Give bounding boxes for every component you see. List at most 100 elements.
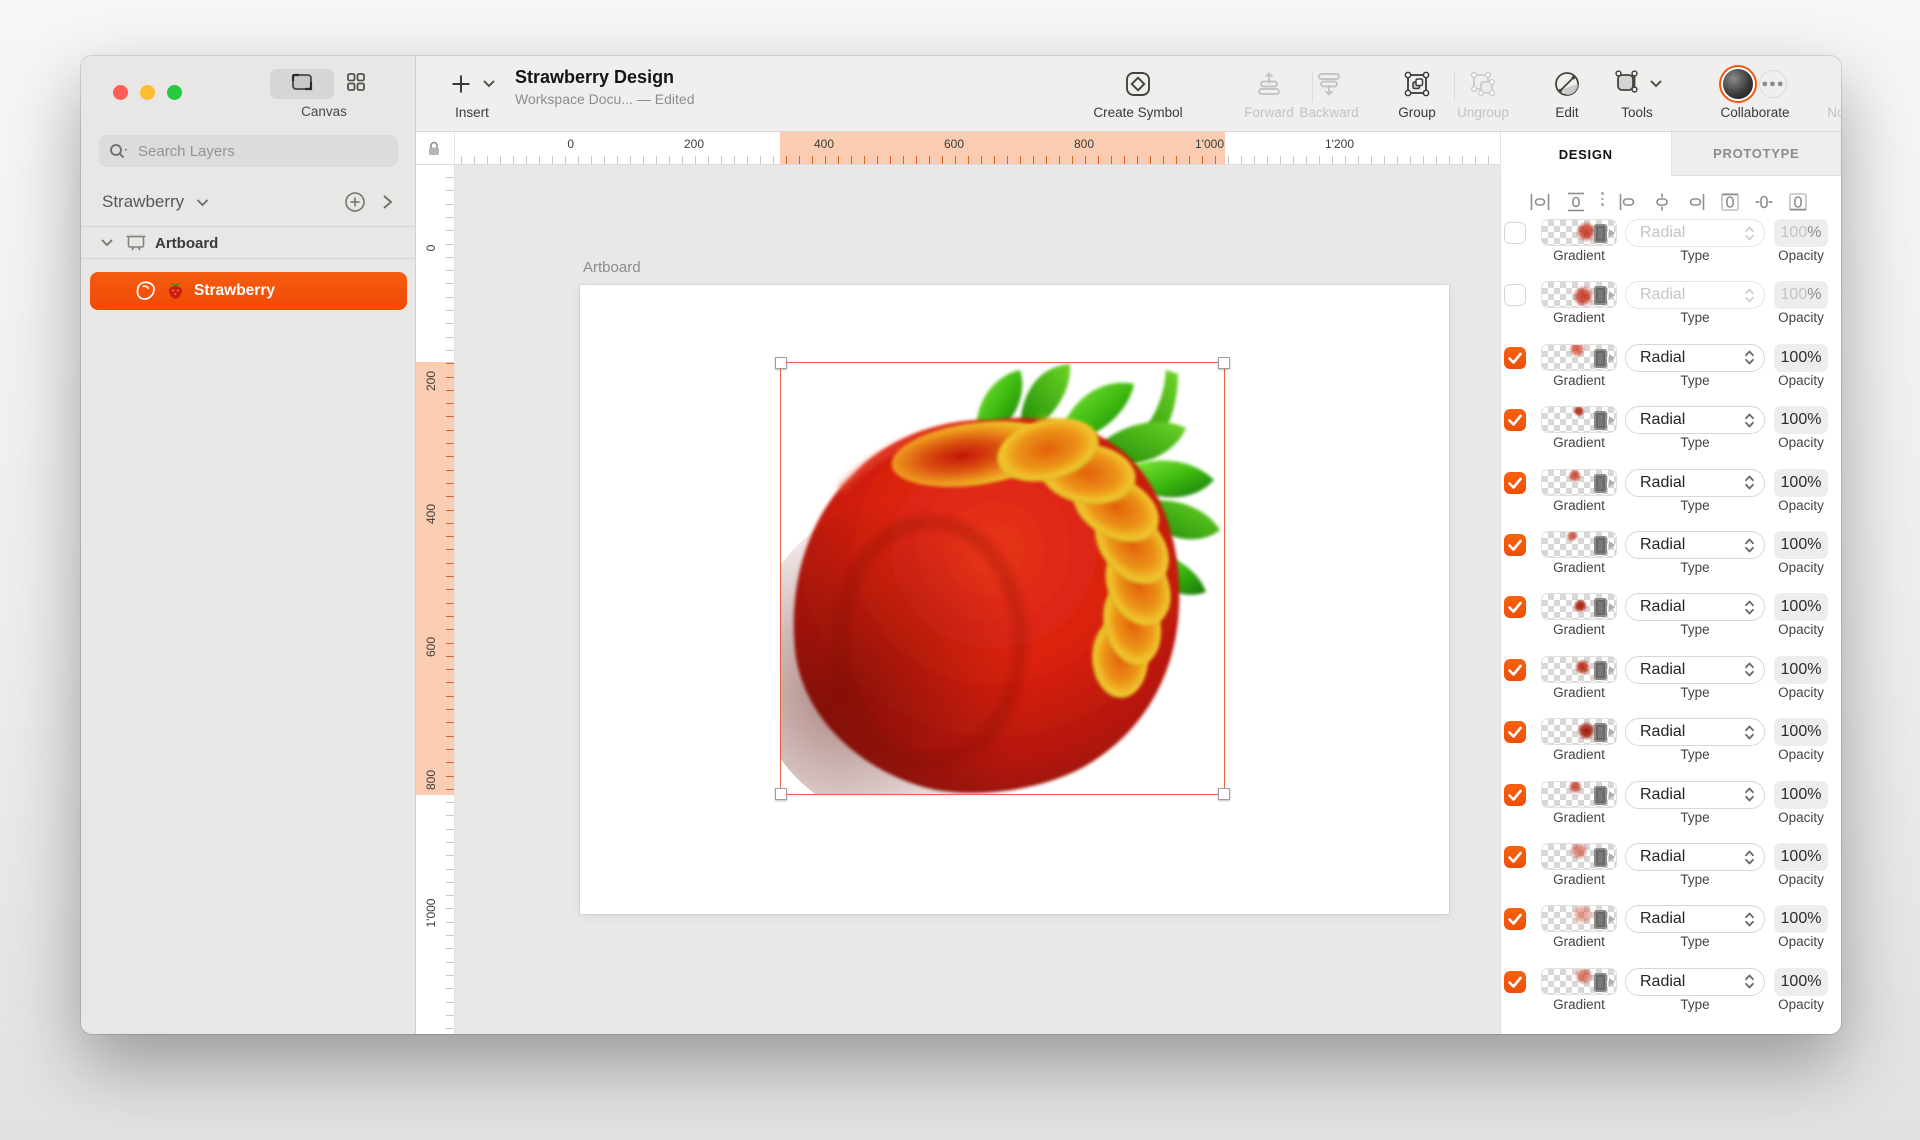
gradient-type-select[interactable]: Radial xyxy=(1625,780,1765,809)
gradient-opacity-field[interactable]: 100% xyxy=(1774,281,1828,310)
gradient-type-select[interactable]: Radial xyxy=(1625,343,1765,372)
gradient-swatch[interactable] xyxy=(1541,343,1617,371)
gradient-column-label: Gradient xyxy=(1553,996,1605,1012)
gradient-swatch[interactable] xyxy=(1541,905,1617,933)
gradient-enabled-checkbox[interactable] xyxy=(1504,409,1526,432)
gradient-type-select[interactable]: Radial xyxy=(1625,655,1765,684)
gradient-swatch[interactable] xyxy=(1541,718,1617,746)
selection-box[interactable] xyxy=(775,357,1230,800)
backward-button[interactable]: Backward xyxy=(1296,64,1362,120)
horizontal-ruler[interactable]: 0 200 400 600 800 1'000 1'200 xyxy=(455,132,1500,165)
gradient-type-select[interactable]: Radial xyxy=(1625,843,1765,871)
canvas-area[interactable]: Artboard xyxy=(455,165,1500,1034)
ruler-tick xyxy=(825,156,826,164)
resize-handle-nw[interactable] xyxy=(775,357,787,369)
gradient-type-select[interactable]: Radial xyxy=(1625,593,1765,622)
create-symbol-button[interactable]: Create Symbol xyxy=(1088,64,1188,120)
resize-handle-se[interactable] xyxy=(1218,788,1230,800)
ruler-label: 1'200 xyxy=(1325,137,1354,151)
ruler-tick xyxy=(446,948,454,949)
gradient-swatch[interactable] xyxy=(1541,406,1617,434)
gradient-type-select[interactable]: Radial xyxy=(1625,718,1765,747)
gradient-type-select[interactable]: Radial xyxy=(1625,468,1765,497)
gradient-enabled-checkbox[interactable] xyxy=(1504,346,1526,369)
gradient-type-value: Radial xyxy=(1640,848,1686,865)
check-icon xyxy=(1508,976,1522,988)
gradient-opacity-field[interactable]: 100% xyxy=(1774,967,1828,996)
resize-handle-ne[interactable] xyxy=(1218,357,1230,369)
ruler-label: 800 xyxy=(1073,137,1094,151)
gradient-enabled-checkbox[interactable] xyxy=(1504,222,1526,244)
tab-prototype[interactable]: PROTOTYPE xyxy=(1670,132,1841,176)
gradient-enabled-checkbox[interactable] xyxy=(1504,783,1526,806)
gradient-opacity-field[interactable]: 100% xyxy=(1774,406,1828,435)
close-button[interactable] xyxy=(113,85,128,100)
gradient-type-select[interactable]: Radial xyxy=(1625,406,1765,435)
gradient-opacity-field[interactable]: 100% xyxy=(1774,843,1828,871)
gradient-opacity-field[interactable]: 100% xyxy=(1774,531,1828,559)
tools-button[interactable]: Tools xyxy=(1604,64,1670,120)
gradient-enabled-checkbox[interactable] xyxy=(1504,908,1526,931)
search-input[interactable] xyxy=(136,141,356,161)
notifications-button[interactable]: Notifications xyxy=(1818,64,1841,120)
resize-handle-sw[interactable] xyxy=(775,788,787,800)
grid-view-button[interactable] xyxy=(334,69,378,99)
gradient-enabled-checkbox[interactable] xyxy=(1504,846,1526,868)
gradient-enabled-checkbox[interactable] xyxy=(1504,970,1526,993)
gradient-enabled-checkbox[interactable] xyxy=(1504,284,1526,307)
ruler-tick xyxy=(929,156,930,164)
add-page-button[interactable] xyxy=(343,190,367,219)
lock-icon[interactable] xyxy=(426,140,442,162)
gradient-opacity-field[interactable]: 100% xyxy=(1774,905,1828,934)
canvas-view-button[interactable] xyxy=(270,69,334,99)
vertical-ruler[interactable]: 0 200 400 600 800 1'000 xyxy=(416,165,455,1034)
search-field[interactable] xyxy=(99,135,398,167)
gradient-swatch[interactable] xyxy=(1541,468,1617,496)
gradient-type-select[interactable]: Radial xyxy=(1625,905,1765,934)
gradient-swatch[interactable] xyxy=(1541,219,1617,246)
ungroup-button[interactable]: Ungroup xyxy=(1446,64,1520,120)
ruler-tick xyxy=(981,156,982,164)
page-dropdown[interactable]: Strawberry xyxy=(102,192,209,212)
gradient-swatch[interactable] xyxy=(1541,531,1617,558)
ruler-tick xyxy=(1293,156,1294,164)
gradient-type-select[interactable]: Radial xyxy=(1625,967,1765,996)
gradient-opacity-field[interactable]: 100% xyxy=(1774,468,1828,497)
gradient-swatch[interactable] xyxy=(1541,655,1617,683)
gradient-swatch[interactable] xyxy=(1541,593,1617,621)
gradient-enabled-checkbox[interactable] xyxy=(1504,658,1526,681)
gradient-type-select[interactable]: Radial xyxy=(1625,531,1765,559)
gradient-enabled-checkbox[interactable] xyxy=(1504,534,1526,556)
gradient-opacity-field[interactable]: 100% xyxy=(1774,219,1828,247)
gradient-swatch[interactable] xyxy=(1541,281,1617,309)
minimize-button[interactable] xyxy=(140,85,155,100)
gradient-opacity-field[interactable]: 100% xyxy=(1774,343,1828,372)
gradient-opacity-field[interactable]: 100% xyxy=(1774,780,1828,809)
collaborate-button[interactable]: ●●● Collaborate xyxy=(1710,64,1800,120)
group-button[interactable]: Group xyxy=(1388,64,1446,120)
page-forward-button[interactable] xyxy=(377,191,397,218)
edit-button[interactable]: Edit xyxy=(1540,64,1594,120)
chevron-down-icon[interactable] xyxy=(101,239,113,247)
gradient-preset-arrow-icon xyxy=(1609,915,1615,924)
forward-button[interactable]: Forward xyxy=(1238,64,1300,120)
gradient-swatch[interactable] xyxy=(1541,780,1617,808)
insert-button[interactable]: Insert xyxy=(442,64,502,120)
sidebar-item-strawberry[interactable]: Strawberry xyxy=(90,272,407,310)
gradient-enabled-checkbox[interactable] xyxy=(1504,596,1526,619)
gradient-type-select[interactable]: Radial xyxy=(1625,219,1765,247)
gradient-preset-icon xyxy=(1594,536,1607,555)
sidebar-item-artboard[interactable]: Artboard xyxy=(81,228,416,258)
gradient-swatch[interactable] xyxy=(1541,967,1617,995)
divider xyxy=(81,226,416,227)
gradient-type-select[interactable]: Radial xyxy=(1625,281,1765,310)
gradient-opacity-field[interactable]: 100% xyxy=(1774,593,1828,622)
zoom-button[interactable] xyxy=(167,85,182,100)
tab-design[interactable]: DESIGN xyxy=(1500,132,1671,176)
gradient-opacity-field[interactable]: 100% xyxy=(1774,655,1828,684)
gradient-swatch[interactable] xyxy=(1541,843,1617,870)
gradient-enabled-checkbox[interactable] xyxy=(1504,721,1526,744)
gradient-opacity-field[interactable]: 100% xyxy=(1774,718,1828,747)
artboard-title[interactable]: Artboard xyxy=(583,259,641,276)
gradient-enabled-checkbox[interactable] xyxy=(1504,471,1526,494)
